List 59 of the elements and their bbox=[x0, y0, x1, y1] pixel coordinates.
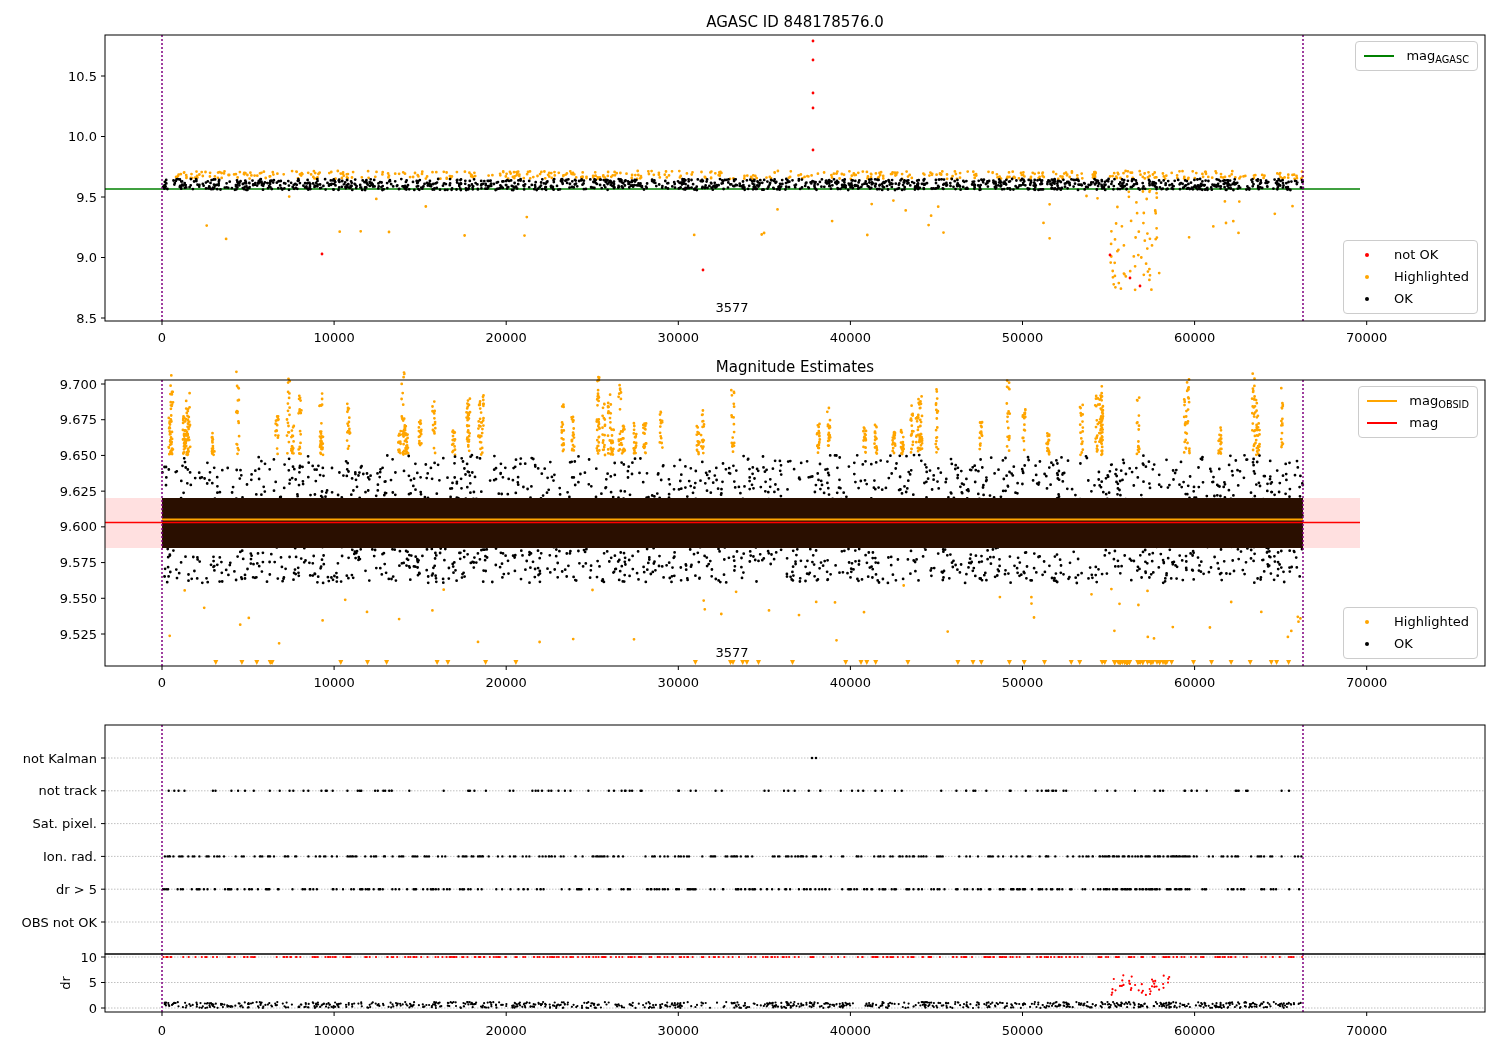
tick-label: 10.0 bbox=[68, 129, 97, 144]
axis-label: dr bbox=[58, 976, 73, 990]
tick-label: 9.0 bbox=[76, 250, 97, 265]
tick-label: 20000 bbox=[485, 330, 527, 345]
tick-label: 70000 bbox=[1346, 675, 1388, 690]
tick-label: 50000 bbox=[1001, 675, 1044, 690]
tick-label: 60000 bbox=[1173, 330, 1216, 345]
tick-label: 20000 bbox=[485, 675, 527, 690]
tick-label: 30000 bbox=[657, 330, 699, 345]
tick-label: 40000 bbox=[829, 1023, 872, 1038]
tick-label: 9.5 bbox=[76, 189, 97, 205]
tick-label: OBS not OK bbox=[21, 914, 97, 930]
tick-label: Sat. pixel. bbox=[32, 816, 97, 832]
tick-label: 5 bbox=[88, 975, 97, 990]
tick-label: 60000 bbox=[1173, 675, 1216, 690]
legend-label: Highlighted bbox=[1394, 268, 1469, 287]
tick-label: 70000 bbox=[1346, 1023, 1388, 1038]
tick-label: not Kalman bbox=[22, 750, 97, 766]
tick-label: 9.625 bbox=[59, 483, 97, 499]
tick-label: 50000 bbox=[1001, 330, 1044, 345]
tick-label: 10000 bbox=[313, 675, 355, 690]
tick-label: 9.650 bbox=[59, 447, 97, 463]
tick-label: 10 bbox=[80, 949, 97, 965]
legend-label: OK bbox=[1394, 290, 1413, 309]
tick-label: 0 bbox=[157, 330, 167, 345]
legend-label: mag$_{OBSID}$ bbox=[1409, 392, 1469, 411]
tick-label: 9.550 bbox=[59, 590, 97, 606]
tick-label: 40000 bbox=[829, 330, 872, 345]
tick-label: 50000 bbox=[1001, 1023, 1044, 1038]
tick-label: 0 bbox=[88, 1000, 97, 1016]
tick-label: 9.575 bbox=[59, 555, 97, 571]
tick-label: 30000 bbox=[657, 1023, 699, 1038]
tick-label: 9.525 bbox=[59, 626, 97, 642]
tick-label: 9.600 bbox=[59, 519, 97, 535]
annotation-text: 3577 bbox=[715, 645, 749, 660]
tick-label: 10000 bbox=[313, 1023, 355, 1038]
legend-label: not OK bbox=[1394, 246, 1439, 265]
tick-label: 9.675 bbox=[59, 412, 97, 428]
tick-label: 10000 bbox=[313, 330, 355, 345]
legend-label: Highlighted bbox=[1394, 613, 1469, 632]
annotation-text: 3577 bbox=[715, 300, 749, 315]
legend-label: OK bbox=[1394, 635, 1413, 654]
tick-label: 9.700 bbox=[59, 376, 97, 392]
tick-label: 8.5 bbox=[76, 310, 97, 326]
tick-label: 60000 bbox=[1173, 1023, 1216, 1038]
tick-label: 40000 bbox=[829, 675, 872, 690]
chart-title: AGASC ID 848178576.0 bbox=[706, 13, 884, 31]
tick-label: 70000 bbox=[1346, 330, 1388, 345]
legend-label: mag bbox=[1409, 414, 1439, 433]
legend-label: mag$_{AGASC}$ bbox=[1406, 47, 1469, 66]
tick-label: Ion. rad. bbox=[43, 848, 97, 864]
tick-label: 20000 bbox=[485, 1023, 527, 1038]
tick-label: 0 bbox=[157, 675, 167, 690]
tick-label: 0 bbox=[157, 1023, 167, 1038]
tick-label: 30000 bbox=[657, 675, 699, 690]
chart-title: Magnitude Estimates bbox=[715, 358, 875, 376]
tick-label: not track bbox=[38, 783, 97, 799]
tick-label: dr > 5 bbox=[55, 881, 97, 897]
tick-label: 10.5 bbox=[68, 68, 97, 84]
